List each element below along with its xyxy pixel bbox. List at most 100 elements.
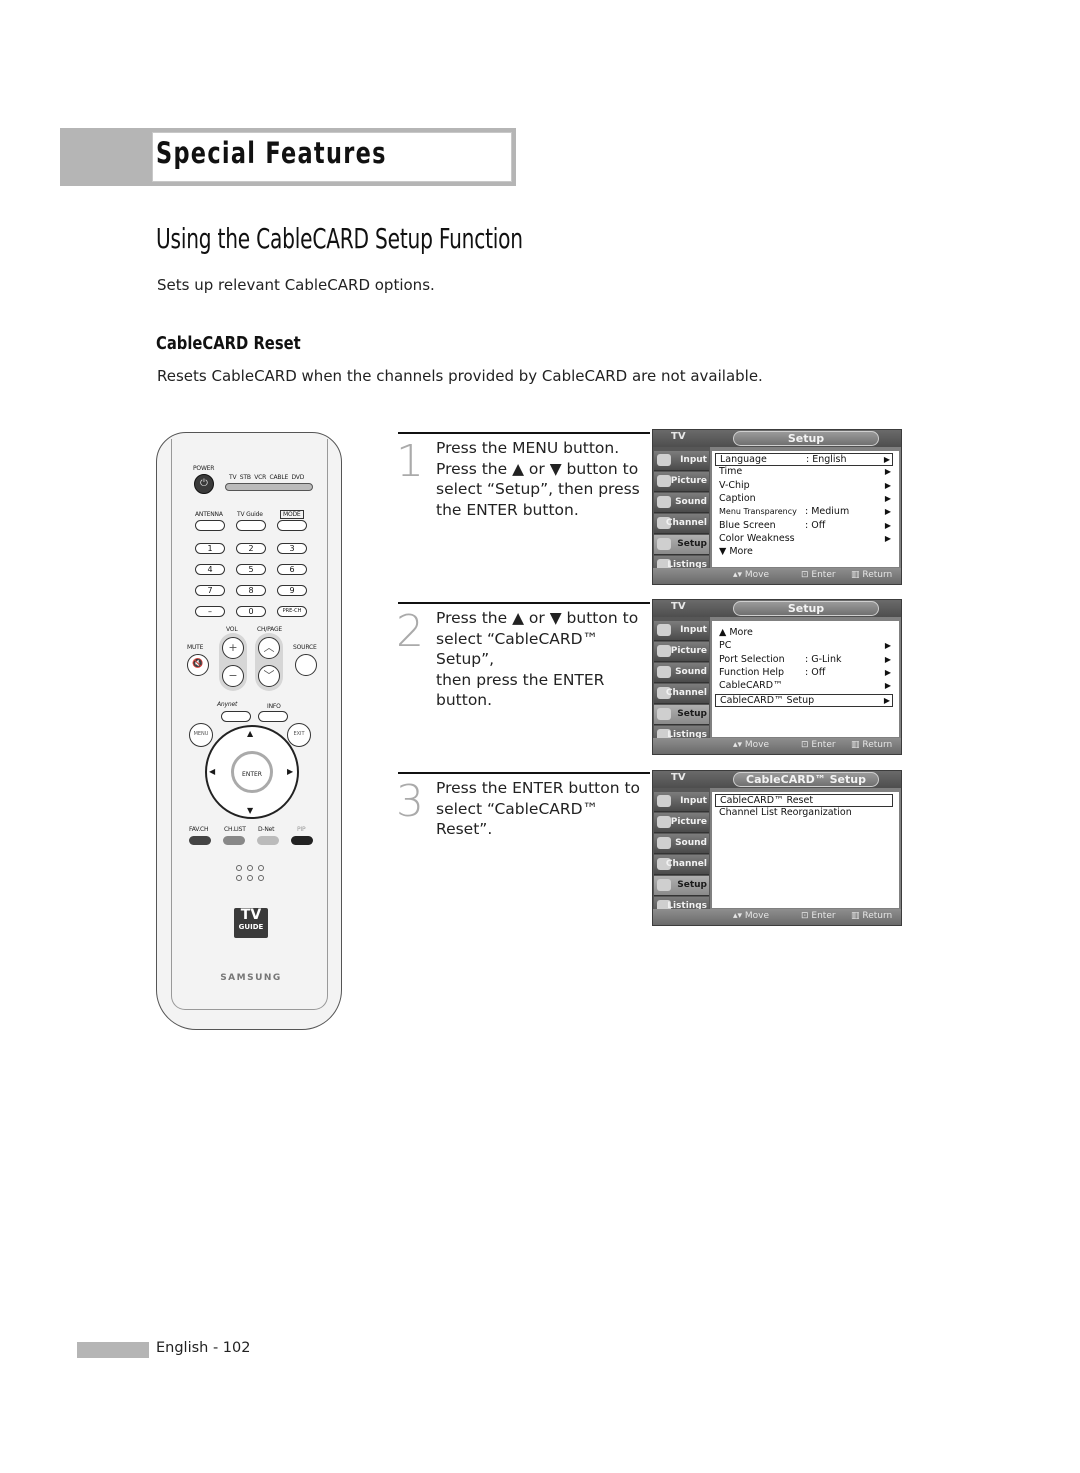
sensor-dot xyxy=(236,875,242,881)
osd-menu-item[interactable]: Time ▶ xyxy=(715,466,893,479)
enter-icon: ⊡ xyxy=(801,570,812,580)
osd-sidebar-item-picture[interactable]: Picture xyxy=(654,813,709,833)
green-button xyxy=(223,836,245,845)
osd-sidebar-item-sound[interactable]: Sound xyxy=(654,663,709,683)
osd-menu-item[interactable]: CableCARD™ Setup ▶ xyxy=(715,693,893,707)
osd-move-hint: ▴▾ Move xyxy=(733,740,770,750)
exit-button: EXIT xyxy=(287,723,311,747)
step-number: 1 xyxy=(396,436,424,487)
osd-menu-item[interactable]: V-Chip ▶ xyxy=(715,480,893,493)
osd-sidebar-item-channel[interactable]: Channel xyxy=(654,684,709,704)
setup-icon xyxy=(657,538,671,550)
osd-item-label: ▲ More xyxy=(719,627,753,638)
sound-icon xyxy=(657,837,671,849)
osd-sidebar-label: Setup xyxy=(677,880,707,890)
osd-sidebar-item-input[interactable]: Input xyxy=(654,621,709,641)
osd-item-label: Caption xyxy=(719,492,756,504)
osd-sidebar-label: Input xyxy=(680,455,707,465)
osd-item-label: Menu Transparency xyxy=(719,507,797,517)
osd-menu-item[interactable]: Blue Screen: Off ▶ xyxy=(715,520,893,533)
osd-return-hint: ▥ Return xyxy=(851,570,893,580)
anynet-button xyxy=(221,711,251,722)
osd-menu-tab: Setup xyxy=(733,431,879,446)
osd-sidebar-label: Channel xyxy=(665,688,707,698)
step-divider xyxy=(398,432,650,434)
osd-enter-hint: ⊡ Enter xyxy=(801,740,836,750)
osd-item-value: : G-Link xyxy=(805,653,842,665)
key-1: 1 xyxy=(195,543,225,554)
info-button xyxy=(258,711,288,722)
osd-sidebar-item-setup[interactable]: Setup xyxy=(654,535,709,555)
osd-menu-item[interactable]: CableCARD™ ▶ xyxy=(715,680,893,693)
sensor-dot xyxy=(247,865,253,871)
osd-sidebar-item-input[interactable]: Input xyxy=(654,451,709,471)
osd-sidebar-item-setup[interactable]: Setup xyxy=(654,876,709,896)
return-icon: ▥ xyxy=(851,911,863,921)
osd-menu-item[interactable]: Color Weakness ▶ xyxy=(715,533,893,546)
osd-item-label: Port Selection xyxy=(719,653,785,665)
osd-item-label: Blue Screen xyxy=(719,519,776,531)
osd-sidebar-label: Input xyxy=(680,625,707,635)
step-divider xyxy=(398,772,650,774)
osd-menu-list: Language: English ▶ Time ▶ V-Chip ▶ Caption ▶ Me… xyxy=(712,451,899,567)
osd-menu-list: CableCARD™ Reset Channel List Reorganizat… xyxy=(712,792,899,908)
osd-menu-item[interactable]: PC ▶ xyxy=(715,640,893,653)
osd-menu-item[interactable]: ▼ More xyxy=(715,546,893,559)
osd-sidebar-item-channel[interactable]: Channel xyxy=(654,514,709,534)
osd-menu-item[interactable]: Caption ▶ xyxy=(715,493,893,506)
osd-sidebar-label: Picture xyxy=(670,476,707,486)
antenna-button xyxy=(195,520,225,531)
osd-menu-item[interactable]: Function Help: Off ▶ xyxy=(715,667,893,680)
sensor-dot xyxy=(247,875,253,881)
osd-menu-list: ▲ More PC ▶ Port Selection : G-Link ▶ Function… xyxy=(712,621,899,737)
chpage-label: CH/PAGE xyxy=(257,626,282,633)
yellow-button xyxy=(257,836,279,845)
key-9: 9 xyxy=(277,585,307,596)
osd-menu-item[interactable]: Language: English ▶ xyxy=(715,453,893,466)
dpad-right-icon: ▶ xyxy=(287,767,294,776)
osd-sidebar-item-picture[interactable]: Picture xyxy=(654,642,709,662)
osd-sidebar-label: Sound xyxy=(675,667,707,677)
antenna-label: ANTENNA xyxy=(195,511,223,518)
step-number: 3 xyxy=(396,776,424,827)
favch-label: FAV.CH xyxy=(189,826,209,833)
osd-sidebar-item-setup[interactable]: Setup xyxy=(654,705,709,725)
osd-menu-item[interactable]: Port Selection: G-Link ▶ xyxy=(715,654,893,667)
return-icon: ▥ xyxy=(851,570,863,580)
osd-menu-tab: Setup xyxy=(733,601,879,616)
osd-sidebar-item-sound[interactable]: Sound xyxy=(654,493,709,513)
page-title: Using the CableCARD Setup Function xyxy=(156,222,523,255)
dnet-label: D-Net xyxy=(258,826,275,833)
source-label: SOURCE xyxy=(293,644,317,651)
osd-menu-item[interactable]: ▲ More xyxy=(715,627,893,640)
osd-item-label: CableCARD™ Reset xyxy=(720,795,814,806)
tvguide-label: TV Guide xyxy=(237,511,263,518)
osd-tv-label: TV xyxy=(671,772,686,783)
osd-menu-item[interactable]: Menu Transparency: Medium ▶ xyxy=(715,506,893,519)
arrow-right-icon: ▶ xyxy=(883,695,890,705)
osd-sidebar-item-channel[interactable]: Channel xyxy=(654,855,709,875)
arrow-right-icon: ▶ xyxy=(884,480,891,490)
step-number: 2 xyxy=(396,606,424,657)
osd-sidebar-item-picture[interactable]: Picture xyxy=(654,472,709,492)
blue-button xyxy=(291,836,313,845)
osd-sidebar-label: Setup xyxy=(677,539,707,549)
osd-sidebar-label: Picture xyxy=(670,646,707,656)
osd-sidebar-item-sound[interactable]: Sound xyxy=(654,834,709,854)
osd-menu-item[interactable]: CableCARD™ Reset xyxy=(715,794,893,807)
key-7: 7 xyxy=(195,585,225,596)
key-2: 2 xyxy=(236,543,266,554)
mode-button xyxy=(277,520,307,531)
osd-menu-item[interactable]: Channel List Reorganization xyxy=(715,807,893,820)
page-number: English - 102 xyxy=(156,1340,251,1356)
dpad-up-icon: ▲ xyxy=(247,729,254,738)
dpad-down-icon: ▼ xyxy=(247,806,254,815)
arrow-right-icon: ▶ xyxy=(884,467,891,477)
osd-item-label: Time xyxy=(719,466,743,478)
mode-label: MODE xyxy=(280,510,304,519)
osd-sidebar-item-input[interactable]: Input xyxy=(654,792,709,812)
tv-menu-screen-2: TV Setup Input Picture Sound Channel Setup List… xyxy=(652,599,902,755)
key-dash: – xyxy=(195,606,225,617)
vol-down-icon: − xyxy=(222,665,244,687)
mute-label: MUTE xyxy=(187,644,204,651)
